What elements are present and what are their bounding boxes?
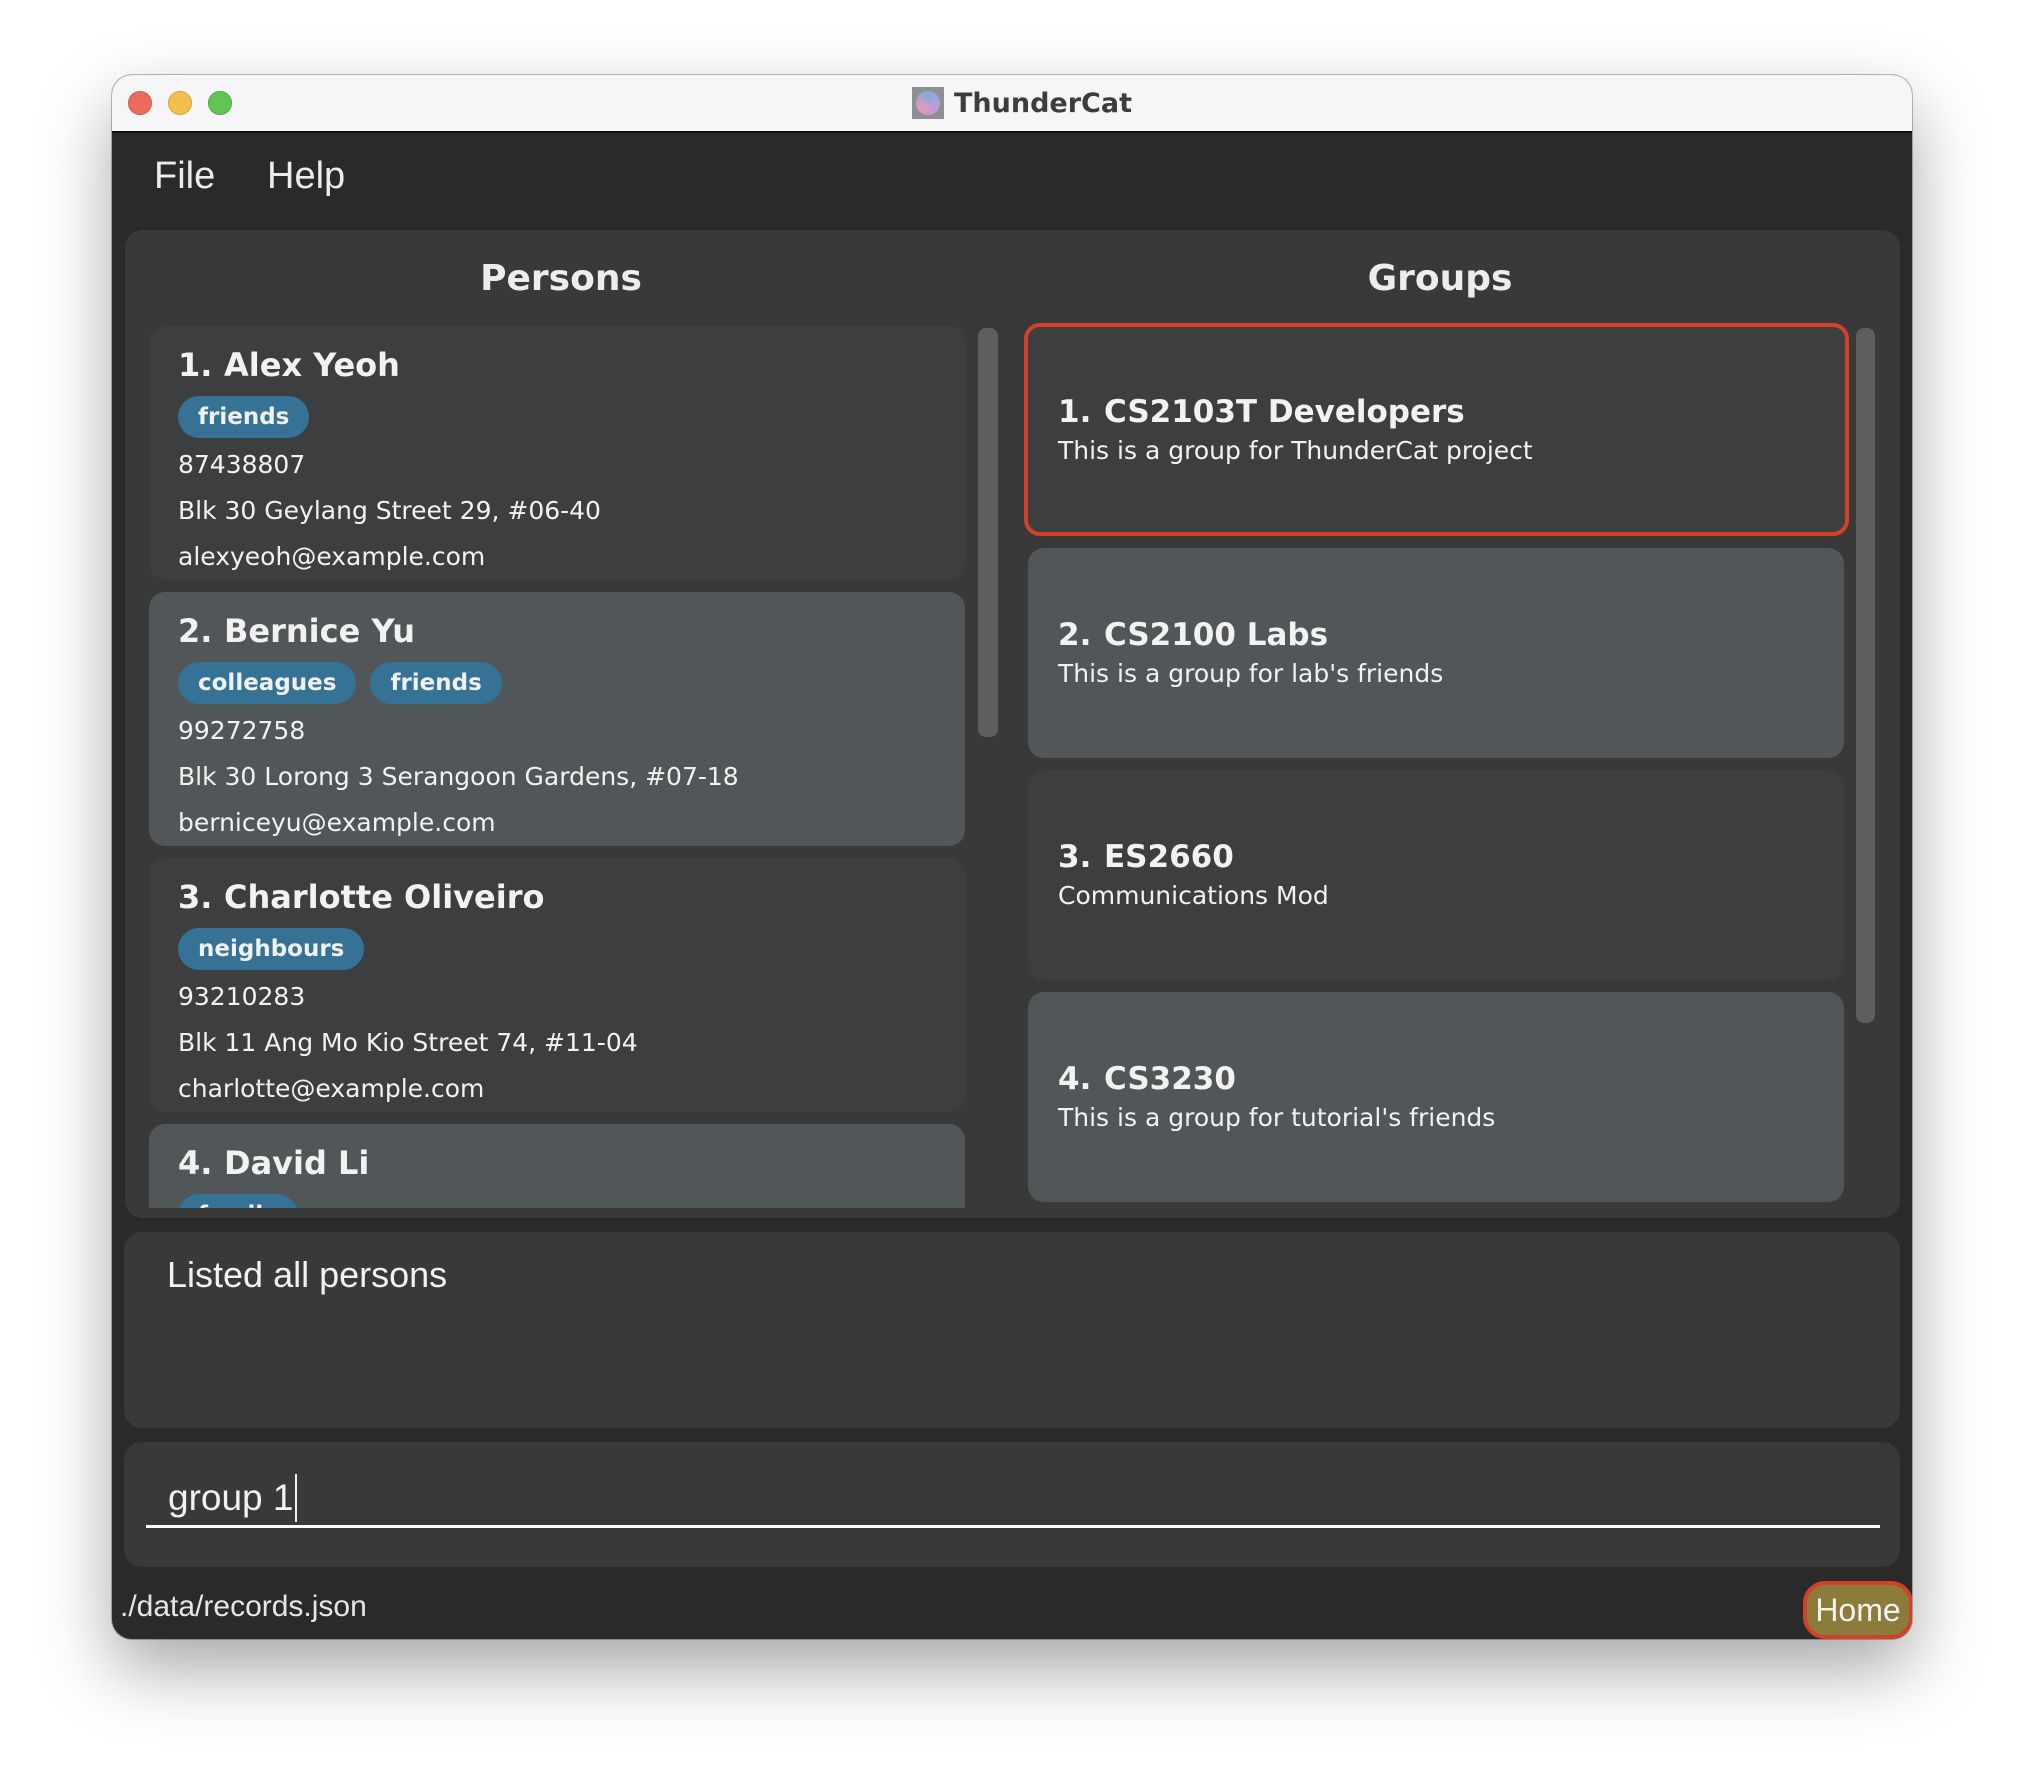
person-email: charlotte@example.com [178, 1074, 485, 1103]
person-card[interactable]: 4.David Li family [149, 1124, 965, 1208]
person-email: alexyeoh@example.com [178, 542, 486, 571]
group-description: This is a group for lab's friends [1058, 659, 1444, 688]
tag-badge: friends [178, 396, 310, 438]
person-card[interactable]: 2. Bernice Yu colleagues friends 99272758… [149, 592, 965, 846]
app-window: ThunderCat File Help Persons Groups 1. Al… [112, 75, 1912, 1639]
status-file-path: ./data/records.json [120, 1590, 367, 1623]
text-caret [295, 1474, 298, 1522]
close-window-button[interactable] [128, 91, 152, 115]
persons-scrollbar[interactable] [978, 328, 998, 737]
person-address: Blk 30 Lorong 3 Serangoon Gardens, #07-1… [178, 762, 739, 791]
groups-heading: Groups [1367, 258, 1513, 299]
person-address: Blk 30 Geylang Street 29, #06-40 [178, 496, 601, 525]
command-box [124, 1442, 1900, 1567]
window-title-text: ThunderCat [954, 87, 1132, 119]
group-card[interactable]: 3. ES2660 Communications Mod [1028, 770, 1844, 980]
group-description: Communications Mod [1058, 881, 1329, 910]
group-card[interactable]: 4. CS3230 This is a group for tutorial's … [1028, 992, 1844, 1202]
person-email: berniceyu@example.com [178, 808, 496, 837]
title-bar: ThunderCat [112, 75, 1912, 133]
group-name: 3. ES2660 [1058, 839, 1234, 875]
group-card[interactable]: 2. CS2100 Labs This is a group for lab's … [1028, 548, 1844, 758]
person-name: 4. David Li [178, 1144, 370, 1182]
menu-help[interactable]: Help [267, 155, 345, 198]
result-display: Listed all persons [124, 1232, 1900, 1428]
menu-file[interactable]: File [154, 155, 215, 198]
person-tags: family [178, 1194, 965, 1208]
person-tags: friends [178, 396, 965, 438]
persons-heading: Persons [480, 258, 642, 299]
person-address: Blk 11 Ang Mo Kio Street 74, #11-04 [178, 1028, 638, 1057]
groups-list: 1. CS2103T Developers This is a group for… [1024, 323, 1856, 1205]
group-card-selected[interactable]: 1. CS2103T Developers This is a group for… [1024, 323, 1849, 536]
window-title: ThunderCat [912, 85, 1132, 121]
persons-list: 1. Alex Yeoh friends 87438807 Blk 30 Geyl… [149, 326, 969, 1208]
maximize-window-button[interactable] [208, 91, 232, 115]
result-message: Listed all persons [167, 1254, 448, 1295]
group-name: 2. CS2100 Labs [1058, 617, 1329, 653]
tag-badge: family [178, 1194, 299, 1208]
menu-bar: File Help [112, 133, 1912, 228]
group-description: This is a group for tutorial's friends [1058, 1103, 1496, 1132]
person-card[interactable]: 3. Charlotte Oliveiro neighbours 93210283… [149, 858, 965, 1112]
person-card[interactable]: 1. Alex Yeoh friends 87438807 Blk 30 Geyl… [149, 326, 965, 580]
minimize-window-button[interactable] [168, 91, 192, 115]
person-tags: colleagues friends [178, 662, 965, 704]
tag-badge: neighbours [178, 928, 365, 970]
group-description: This is a group for ThunderCat project [1058, 435, 1533, 465]
person-phone: 99272758 [178, 716, 306, 745]
home-view-badge[interactable]: Home [1803, 1581, 1912, 1639]
group-name: 4. CS3230 [1058, 1061, 1236, 1097]
person-tags: neighbours [178, 928, 965, 970]
person-name: 2. Bernice Yu [178, 612, 416, 650]
groups-scrollbar[interactable] [1856, 328, 1875, 1023]
person-name: 1. Alex Yeoh [178, 346, 400, 384]
thundercat-app-icon [912, 87, 944, 119]
person-phone: 87438807 [178, 450, 306, 479]
person-phone: 93210283 [178, 982, 306, 1011]
tag-badge: friends [370, 662, 502, 704]
tag-badge: colleagues [178, 662, 357, 704]
main-panel: Persons Groups 1. Alex Yeoh friends 87438… [125, 230, 1900, 1218]
person-name: 3. Charlotte Oliveiro [178, 878, 545, 916]
group-name: 1. CS2103T Developers [1058, 393, 1465, 430]
command-input[interactable] [146, 1470, 1880, 1528]
